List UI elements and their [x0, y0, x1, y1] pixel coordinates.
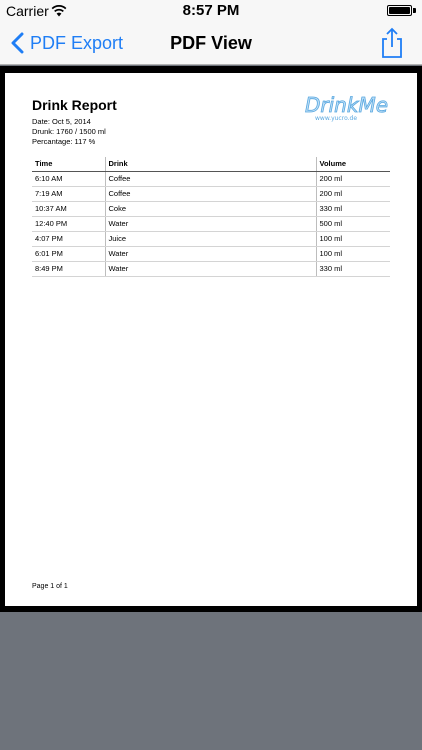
cell-volume: 500 ml: [315, 216, 390, 232]
pdf-viewer[interactable]: Drink Report Date: Oct 5, 2014 Drunk: 17…: [0, 66, 422, 612]
cell-drink: Water: [104, 216, 316, 232]
cell-drink: Water: [104, 261, 316, 277]
pdf-page: Drink Report Date: Oct 5, 2014 Drunk: 17…: [5, 73, 417, 606]
cell-drink: Coffee: [104, 171, 316, 187]
cell-volume: 330 ml: [315, 201, 390, 217]
column-header-volume: Volume: [315, 157, 390, 172]
cell-time: 7:19 AM: [32, 186, 105, 202]
cell-volume: 330 ml: [315, 261, 390, 277]
logo-text: DrinkMe: [305, 93, 388, 117]
report-percentage: Percantage: 117 %: [32, 137, 96, 146]
cell-drink: Coffee: [104, 186, 316, 202]
drink-table: Time Drink Volume 6:10 AM Coffee 200 ml …: [32, 157, 390, 277]
table-row: 12:40 PM Water 500 ml: [32, 216, 390, 232]
table-row: 7:19 AM Coffee 200 ml: [32, 186, 390, 202]
cell-volume: 100 ml: [315, 231, 390, 247]
cell-volume: 200 ml: [315, 171, 390, 187]
page-title: PDF View: [170, 33, 252, 53]
cell-volume: 200 ml: [315, 186, 390, 202]
column-header-time: Time: [32, 157, 105, 172]
cell-time: 6:10 AM: [32, 171, 105, 187]
battery-tip: [413, 8, 416, 13]
table-row: 10:37 AM Coke 330 ml: [32, 201, 390, 217]
column-header-drink: Drink: [104, 157, 316, 172]
page-footer: Page 1 of 1: [32, 583, 68, 590]
table-row: 6:01 PM Water 100 ml: [32, 246, 390, 262]
report-drunk-total: Drunk: 1760 / 1500 ml: [32, 127, 106, 136]
share-icon[interactable]: [380, 27, 404, 59]
table-row: 6:10 AM Coffee 200 ml: [32, 171, 390, 187]
table-header-row: Time Drink Volume: [32, 157, 390, 172]
status-bar: Carrier 8:57 PM: [0, 0, 422, 22]
table-row: 4:07 PM Juice 100 ml: [32, 231, 390, 247]
navigation-bar: PDF Export PDF View: [0, 22, 422, 65]
cell-time: 6:01 PM: [32, 246, 105, 262]
status-time: 8:57 PM: [182, 2, 240, 19]
cell-volume: 100 ml: [315, 246, 390, 262]
drinkme-logo: DrinkMe www.yucro.de: [305, 93, 389, 122]
cell-time: 8:49 PM: [32, 261, 105, 277]
cell-drink: Coke: [104, 201, 316, 217]
cell-drink: Water: [104, 246, 316, 262]
report-date: Date: Oct 5, 2014: [32, 117, 91, 126]
cell-time: 10:37 AM: [32, 201, 105, 217]
cell-drink: Juice: [104, 231, 316, 247]
table-row: 8:49 PM Water 330 ml: [32, 261, 390, 277]
cell-time: 12:40 PM: [32, 216, 105, 232]
battery-icon: [387, 5, 412, 16]
logo-url: www.yucro.de: [315, 115, 357, 122]
report-title: Drink Report: [32, 97, 117, 113]
cell-time: 4:07 PM: [32, 231, 105, 247]
